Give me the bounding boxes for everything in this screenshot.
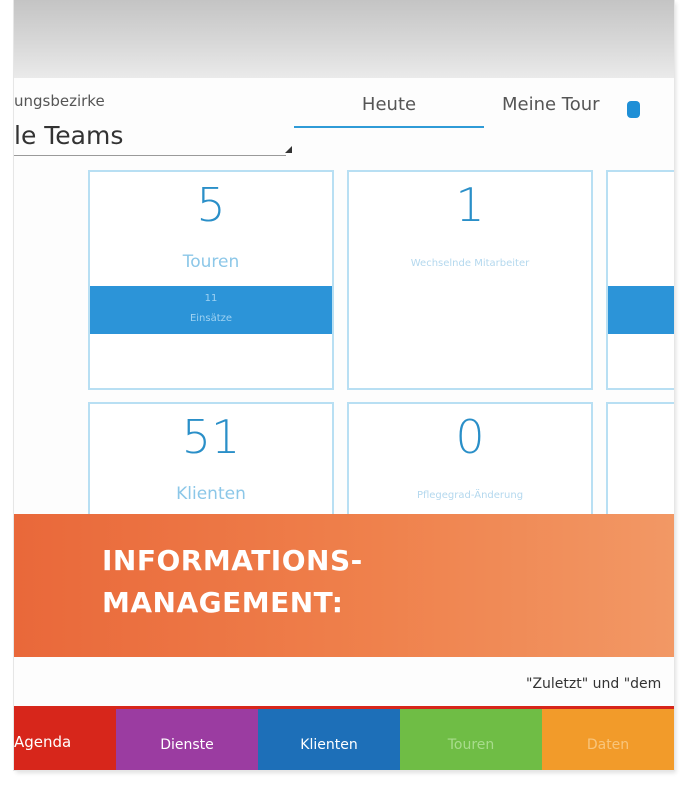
banner-line-2: MANAGEMENT: <box>102 586 344 619</box>
banner-line-1: INFORMATIONS- <box>102 544 363 577</box>
nav-dienste[interactable]: Dienste <box>116 709 258 770</box>
dropdown-corner-icon <box>285 146 292 153</box>
tile-label: Wechselnde Mitarbeiter <box>410 258 530 269</box>
tile-summary-band <box>608 286 674 334</box>
tile-wechselnde-mitarbeiter[interactable]: 1 Wechselnde Mitarbeiter <box>347 170 593 390</box>
tile-label: Klienten <box>176 484 246 504</box>
team-select[interactable]: le Teams <box>14 117 292 156</box>
info-banner: INFORMATIONS- MANAGEMENT: <box>14 514 674 657</box>
band-label: Einsätze <box>189 313 233 324</box>
nav-daten[interactable]: Daten <box>542 709 674 770</box>
nav-agenda[interactable]: Agenda <box>14 709 116 770</box>
tile-number: 1 <box>455 178 485 232</box>
tab-heute[interactable]: Heute <box>294 94 484 115</box>
district-filter-label: ungsbezirke <box>14 92 105 110</box>
notification-badge-icon <box>627 101 640 118</box>
hint-text: "Zuletzt" und "dem <box>526 676 662 692</box>
tile-touren[interactable]: 5 Touren 11 Einsätze <box>88 170 334 390</box>
tab-meine-tour[interactable]: Meine Tour <box>502 94 600 115</box>
tile-partial-right[interactable] <box>606 170 674 390</box>
tile-number: 0 <box>455 410 485 464</box>
tile-summary-band[interactable]: 11 Einsätze <box>90 286 332 334</box>
team-select-value: le Teams <box>14 121 124 150</box>
app-header-bar <box>14 0 674 78</box>
band-count: 11 <box>204 293 218 304</box>
active-tab-indicator <box>294 126 484 128</box>
nav-klienten[interactable]: Klienten <box>258 709 400 770</box>
nav-touren[interactable]: Touren <box>400 709 542 770</box>
tile-label: Pflegegrad-Änderung <box>416 490 524 501</box>
tile-number: 5 <box>196 178 226 232</box>
tile-number: 51 <box>181 410 241 464</box>
app-screen: ungsbezirke le Teams Heute Meine Tour 5 … <box>14 0 674 770</box>
tile-label: Touren <box>182 252 240 272</box>
